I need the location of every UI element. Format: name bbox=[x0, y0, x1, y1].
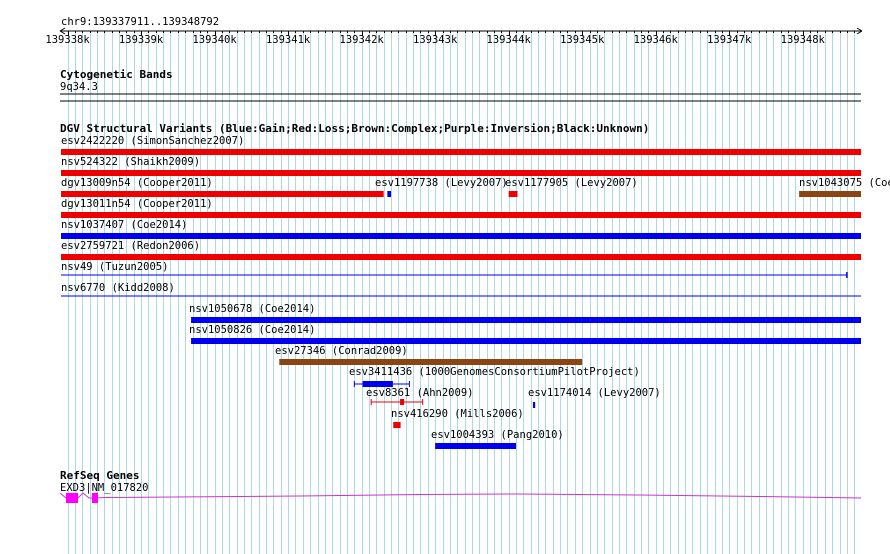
dgv-feature-label: esv8361 (Ahn2009) bbox=[366, 387, 473, 399]
dgv-feature-label: dgv13011n54 (Cooper2011) bbox=[61, 198, 213, 210]
cytogenetic-bands-track: Cytogenetic Bands 9q34.3 bbox=[60, 68, 861, 102]
dgv-feature[interactable]: nsv524322 (Shaikh2009) bbox=[61, 156, 861, 176]
refseq-genes-track: RefSeq Genes EXD3|NM_017820 bbox=[59, 469, 862, 503]
dgv-feature-label: dgv13009n54 (Cooper2011) bbox=[61, 177, 213, 189]
dgv-feature-label: nsv524322 (Shaikh2009) bbox=[61, 156, 200, 168]
dgv-feature-bar bbox=[61, 170, 861, 176]
refseq-genes-title: RefSeq Genes bbox=[60, 469, 139, 482]
dgv-feature-bar bbox=[61, 254, 861, 260]
dgv-feature-bar bbox=[387, 191, 392, 197]
dgv-feature[interactable]: dgv13011n54 (Cooper2011) bbox=[61, 198, 861, 218]
dgv-feature-label: esv1177905 (Levy2007) bbox=[505, 177, 638, 189]
ruler-tick-label: 139338k bbox=[45, 34, 90, 46]
dgv-feature-label: esv2422220 (SimonSanchez2007) bbox=[61, 135, 244, 147]
dgv-feature-label: nsv1043075 (Coe2 bbox=[799, 177, 890, 189]
cytoband-label: 9q34.3 bbox=[60, 81, 98, 93]
ruler-tick-label: 139344k bbox=[487, 34, 532, 46]
dgv-feature[interactable]: nsv1050826 (Coe2014) bbox=[189, 324, 861, 344]
dgv-feature-bar bbox=[279, 359, 583, 365]
dgv-feature[interactable]: esv2759721 (Redon2006) bbox=[61, 240, 861, 260]
ruler-tick-label: 139347k bbox=[707, 34, 752, 46]
dgv-feature-bar bbox=[799, 191, 861, 197]
dgv-track-title: DGV Structural Variants (Blue:Gain;Red:L… bbox=[60, 122, 649, 135]
dgv-feature-bar bbox=[393, 422, 401, 428]
ruler[interactable]: chr9:139337911..139348792 139338k 139339k… bbox=[45, 16, 863, 46]
dgv-feature[interactable]: esv1177905 (Levy2007) bbox=[505, 177, 638, 197]
dgv-feature-label: esv1004393 (Pang2010) bbox=[431, 429, 564, 441]
dgv-track: DGV Structural Variants (Blue:Gain;Red:L… bbox=[60, 122, 890, 449]
dgv-feature-label: nsv49 (Tuzun2005) bbox=[61, 261, 168, 273]
dgv-feature-bar bbox=[435, 443, 517, 449]
ruler-tick-label: 139339k bbox=[119, 34, 164, 46]
dgv-feature[interactable]: nsv6770 (Kidd2008) bbox=[61, 282, 861, 297]
dgv-feature[interactable]: nsv1043075 (Coe2 bbox=[799, 177, 890, 197]
dgv-feature-label: nsv1037407 (Coe2014) bbox=[61, 219, 187, 231]
dgv-feature-label: esv1174014 (Levy2007) bbox=[528, 387, 661, 399]
dgv-feature[interactable]: esv2422220 (SimonSanchez2007) bbox=[61, 135, 861, 155]
gene-exon bbox=[92, 493, 98, 503]
dgv-feature[interactable]: nsv1050678 (Coe2014) bbox=[189, 303, 861, 323]
ruler-tick-label: 139346k bbox=[634, 34, 679, 46]
genome-browser: chr9:139337911..139348792 139338k 139339k… bbox=[45, 16, 890, 554]
dgv-feature-bar bbox=[61, 233, 861, 239]
location-label: chr9:139337911..139348792 bbox=[61, 16, 219, 28]
dgv-feature-bar bbox=[532, 402, 536, 408]
dgv-feature-label: nsv6770 (Kidd2008) bbox=[61, 282, 175, 294]
dgv-feature[interactable]: nsv1037407 (Coe2014) bbox=[61, 219, 861, 239]
refseq-gene-model[interactable] bbox=[59, 492, 862, 503]
dgv-feature-label: nsv1050826 (Coe2014) bbox=[189, 324, 315, 336]
ruler-tick-label: 139340k bbox=[192, 34, 237, 46]
ruler-tick-label: 139343k bbox=[413, 34, 458, 46]
ruler-tick-label: 139341k bbox=[266, 34, 311, 46]
dgv-feature[interactable]: esv1174014 (Levy2007) bbox=[528, 387, 661, 408]
gene-intron-line bbox=[59, 492, 862, 499]
dgv-feature-label: nsv416290 (Mills2006) bbox=[391, 408, 524, 420]
gene-exon bbox=[66, 493, 78, 503]
dgv-feature-label: esv2759721 (Redon2006) bbox=[61, 240, 200, 252]
ruler-tick-label: 139342k bbox=[340, 34, 385, 46]
dgv-feature-label: esv3411436 (1000GenomesConsortiumPilotPr… bbox=[349, 366, 640, 378]
dgv-feature-mark bbox=[400, 399, 405, 405]
refseq-gene-label: EXD3|NM_017820 bbox=[60, 482, 149, 494]
dgv-feature-label: nsv1050678 (Coe2014) bbox=[189, 303, 315, 315]
dgv-feature-bar bbox=[61, 149, 861, 155]
dgv-feature-label: esv1197738 (Levy2007) bbox=[375, 177, 508, 189]
cytogenetic-bands-title: Cytogenetic Bands bbox=[60, 68, 173, 81]
dgv-feature-bar bbox=[61, 191, 384, 197]
dgv-feature-bar bbox=[508, 191, 518, 197]
dgv-feature-bar bbox=[61, 212, 861, 218]
ruler-tick-label: 139345k bbox=[560, 34, 605, 46]
ruler-tick-label: 139348k bbox=[781, 34, 826, 46]
dgv-feature-bar bbox=[191, 317, 861, 323]
ruler-gridlines bbox=[68, 32, 855, 554]
dgv-feature[interactable]: esv1004393 (Pang2010) bbox=[431, 429, 564, 449]
dgv-feature-label: esv27346 (Conrad2009) bbox=[275, 345, 408, 357]
dgv-feature-bar bbox=[191, 338, 861, 344]
